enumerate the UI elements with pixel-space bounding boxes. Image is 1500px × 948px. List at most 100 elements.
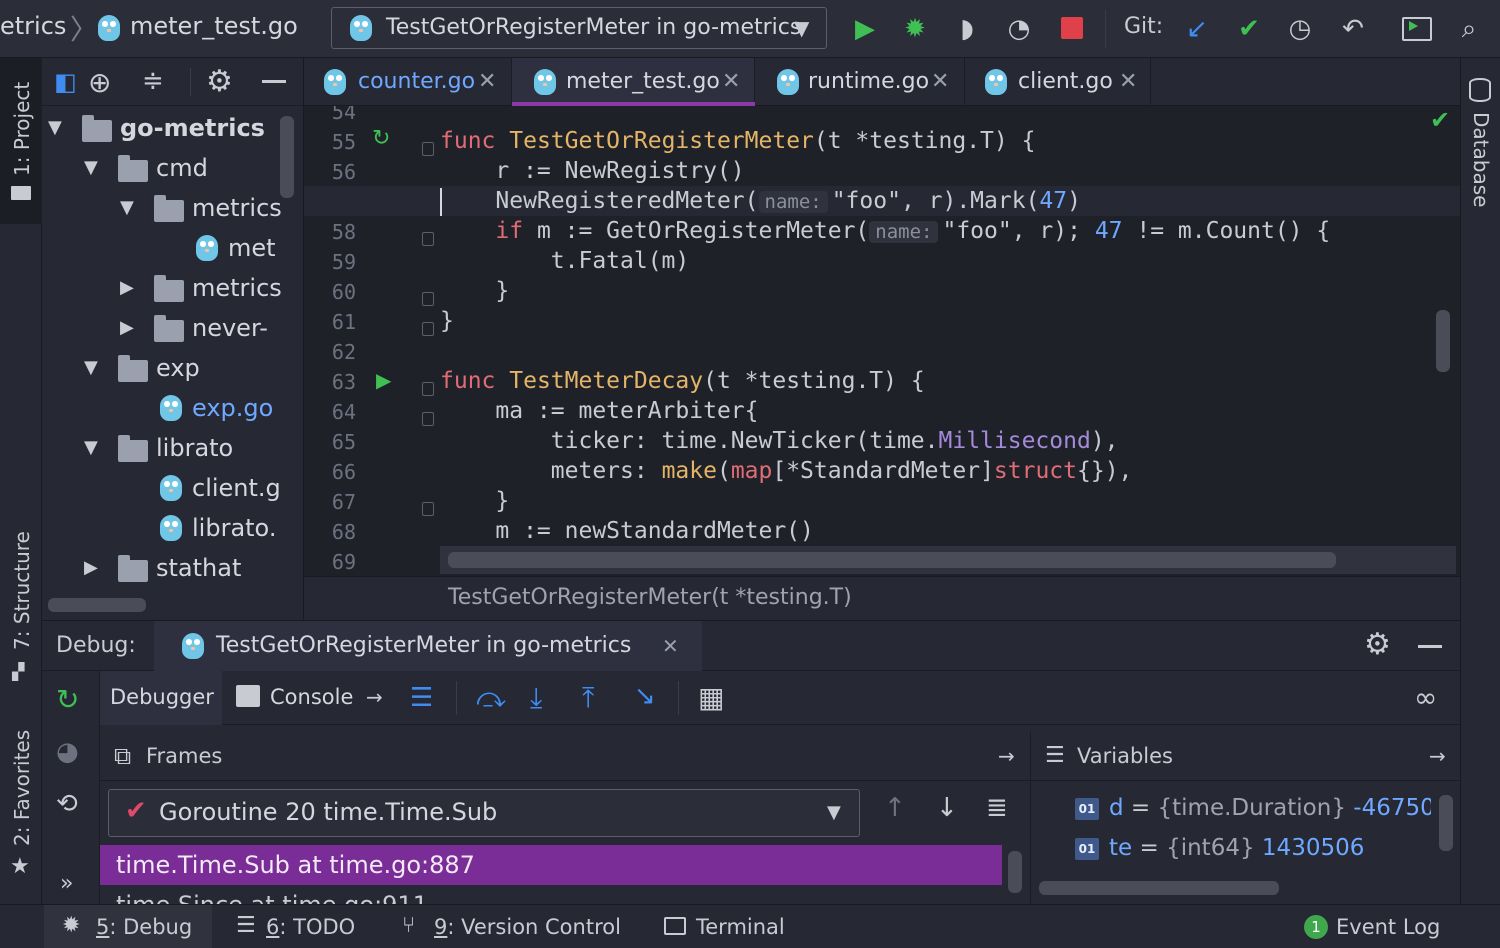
search-icon[interactable]: ⌕ (1452, 12, 1486, 46)
previous-frame-icon[interactable]: ↑ (884, 793, 906, 823)
filter-frames-icon[interactable]: ≣ (986, 793, 1008, 823)
pin-arrow-icon[interactable]: → (366, 685, 383, 709)
resume-icon[interactable]: ◕ (56, 737, 79, 767)
expanded-arrow-icon[interactable]: ▼ (48, 117, 62, 138)
minimize-icon[interactable] (1418, 645, 1442, 648)
step-out-icon[interactable]: ⤒ (582, 681, 594, 715)
tree-file[interactable]: exp.go (42, 388, 303, 428)
git-update-icon[interactable]: ↙ (1180, 12, 1214, 46)
pin-arrow-icon[interactable]: → (1429, 731, 1446, 781)
tree-horizontal-scrollbar[interactable] (48, 598, 146, 612)
close-icon[interactable]: ✕ (931, 58, 949, 106)
close-icon[interactable]: ✕ (662, 634, 679, 658)
more-icon[interactable]: » (60, 871, 73, 896)
rerun-icon[interactable]: ↻ (56, 683, 79, 716)
fold-marker-icon[interactable] (422, 412, 434, 426)
tree-folder[interactable]: ▼ librato (42, 428, 303, 468)
tab-runtime-go[interactable]: runtime.go ✕ (755, 58, 965, 106)
fold-marker-icon[interactable] (422, 382, 434, 396)
glasses-icon[interactable]: ∞ (1414, 681, 1437, 714)
goroutine-select[interactable]: ✔ Goroutine 20 time.Time.Sub ▼ (108, 789, 860, 837)
expanded-arrow-icon[interactable]: ▼ (84, 157, 98, 178)
terminal-tool-button[interactable]: Terminal (660, 905, 800, 948)
tree-folder[interactable]: ▶ never- (42, 308, 303, 348)
editor-vertical-scrollbar[interactable] (1436, 310, 1450, 372)
breadcrumb-project[interactable]: etrics (0, 12, 66, 40)
tab-console[interactable]: Console → (226, 671, 396, 725)
variable-row[interactable]: 01 d = {time.Duration} -46750 (1075, 795, 1431, 827)
tree-file[interactable]: met (42, 228, 303, 268)
step-over-icon[interactable]: ⤼ (476, 681, 506, 715)
close-icon[interactable]: ✕ (722, 58, 740, 106)
fold-marker-icon[interactable] (422, 322, 434, 336)
fold-marker-icon[interactable] (422, 292, 434, 306)
tree-folder[interactable]: ▼ go-metrics (42, 108, 303, 148)
evaluate-expression-icon[interactable]: ▦ (698, 681, 724, 714)
step-into-icon[interactable]: ⤓ (530, 681, 542, 715)
expanded-arrow-icon[interactable]: ▼ (84, 357, 98, 378)
history-icon[interactable]: ◷ (1283, 12, 1317, 46)
debug-session-tab[interactable]: TestGetOrRegisterMeter in go-metrics ✕ (154, 621, 702, 671)
collapsed-arrow-icon[interactable]: ▶ (120, 317, 134, 338)
variable-row[interactable]: 01 te = {int64} 1430506 (1075, 835, 1431, 867)
expanded-arrow-icon[interactable]: ▼ (84, 437, 98, 458)
editor-horizontal-scrollbar[interactable] (448, 552, 1336, 568)
pin-arrow-icon[interactable]: → (998, 731, 1015, 781)
project-tool-button[interactable]: 1: Project (0, 58, 42, 224)
frame-item[interactable]: time.Since at time.go:911 (100, 885, 1002, 905)
profile-icon[interactable]: ◔ (1002, 12, 1036, 46)
locate-icon[interactable]: ⊕ (88, 66, 111, 99)
tree-file[interactable]: librato. (42, 508, 303, 548)
tree-folder[interactable]: ▼ exp (42, 348, 303, 388)
next-frame-icon[interactable]: ↓ (936, 793, 958, 823)
run-test-gutter-icon[interactable]: ▶ (376, 368, 391, 392)
tree-folder[interactable]: ▼ cmd (42, 148, 303, 188)
gear-icon[interactable]: ⚙ (206, 64, 233, 99)
rerun-test-gutter-icon[interactable]: ↻ (372, 126, 390, 151)
debug-tool-button[interactable]: ✹ 5: Debug (44, 905, 212, 948)
tab-meter-test-go[interactable]: meter_test.go ✕ (512, 58, 755, 106)
frame-item-selected[interactable]: time.Time.Sub at time.go:887 (100, 845, 1002, 885)
fold-marker-icon[interactable] (422, 232, 434, 246)
tab-client-go[interactable]: client.go ✕ (965, 58, 1151, 106)
stop-icon[interactable] (1061, 17, 1083, 39)
frames-scrollbar[interactable] (1008, 851, 1022, 893)
run-configuration-select[interactable]: TestGetOrRegisterMeter in go-metrics ▼ (331, 7, 827, 49)
tree-folder[interactable]: ▶ stathat (42, 548, 303, 588)
structure-tool-button[interactable]: 7: Structure ▞ (0, 528, 42, 688)
event-log-button[interactable]: 1 Event Log (1298, 905, 1458, 948)
gear-icon[interactable]: ⚙ (1364, 627, 1391, 662)
close-icon[interactable]: ✕ (478, 58, 496, 106)
git-commit-icon[interactable]: ✔ (1232, 12, 1266, 46)
show-execution-point-icon[interactable]: ☰ (410, 683, 433, 713)
run-to-cursor-icon[interactable]: ↘ (634, 681, 656, 711)
favorites-tool-button[interactable]: 2: Favorites ★ (0, 722, 42, 892)
collapsed-arrow-icon[interactable]: ▶ (120, 277, 134, 298)
tree-folder[interactable]: ▶ metrics (42, 268, 303, 308)
variables-horizontal-scrollbar[interactable] (1039, 881, 1279, 895)
restore-layout-icon[interactable]: ⟲ (56, 789, 78, 819)
todo-tool-button[interactable]: ☰ 6: TODO (230, 905, 370, 948)
tab-counter-go[interactable]: counter.go ✕ (304, 58, 512, 106)
revert-icon[interactable]: ↶ (1336, 12, 1370, 46)
tree-vertical-scrollbar[interactable] (280, 116, 294, 198)
code-breadcrumb[interactable]: TestGetOrRegisterMeter(t *testing.T) (448, 585, 852, 610)
fold-marker-icon[interactable] (422, 502, 434, 516)
collapse-all-icon[interactable]: ≑ (142, 66, 164, 96)
coverage-icon[interactable]: ◗ (950, 12, 984, 46)
tab-debugger[interactable]: Debugger (100, 671, 222, 725)
minimize-icon[interactable] (262, 80, 286, 83)
tree-file[interactable]: client.g (42, 468, 303, 508)
version-control-tool-button[interactable]: ⑂ 9: Version Control (396, 905, 636, 948)
code-editor[interactable]: 54555657585960616263646566676869 ↻ ▶ ✔ f… (304, 106, 1460, 576)
tree-folder[interactable]: ▼ metrics (42, 188, 303, 228)
collapse-panel-icon[interactable]: ◧ (54, 68, 77, 96)
expanded-arrow-icon[interactable]: ▼ (120, 197, 134, 218)
run-icon[interactable]: ▶ (848, 12, 882, 46)
database-tool-button[interactable]: Database (1461, 68, 1500, 218)
variables-vertical-scrollbar[interactable] (1439, 795, 1453, 851)
breadcrumb-file[interactable]: meter_test.go (130, 12, 298, 40)
fold-marker-icon[interactable] (422, 142, 434, 156)
debug-icon[interactable]: ✹ (898, 12, 932, 46)
close-icon[interactable]: ✕ (1119, 58, 1137, 106)
